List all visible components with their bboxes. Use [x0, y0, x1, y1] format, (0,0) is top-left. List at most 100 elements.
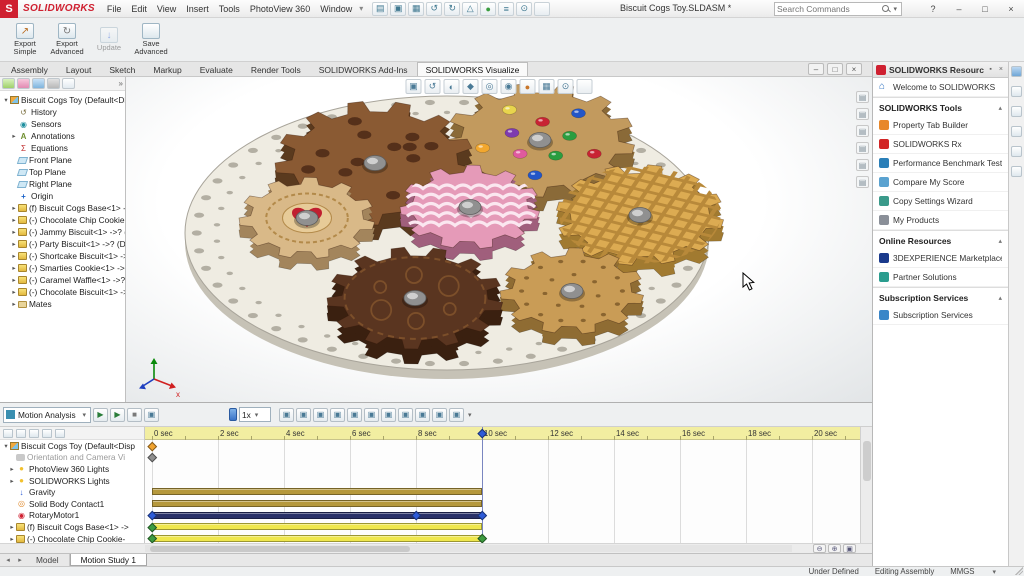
menu-item[interactable]: PhotoView 360	[245, 4, 315, 14]
minimize-button[interactable]: –	[946, 0, 972, 18]
edit-appearance-icon[interactable]	[539, 79, 555, 94]
filter-results-icon[interactable]	[55, 429, 65, 438]
filter-animated-icon[interactable]	[16, 429, 26, 438]
task-pane-link[interactable]: Compare My Score	[873, 173, 1008, 192]
open-file-icon[interactable]	[390, 2, 406, 16]
viewport-3d-model[interactable]: x	[126, 77, 872, 402]
timeline-vertical-scrollbar[interactable]	[860, 427, 872, 543]
feature-tree-item[interactable]: Top Plane	[0, 166, 125, 178]
graphics-area[interactable]: x	[126, 77, 872, 402]
save-animation-icon[interactable]	[296, 408, 311, 422]
feature-tree-item[interactable]: Right Plane	[0, 178, 125, 190]
feature-tree-item[interactable]: ▸ (-) Chocolate Biscuit<1> ->? (Def	[0, 286, 125, 298]
ribbon-button[interactable]: Save Advanced	[131, 20, 171, 60]
doc-minimize-icon[interactable]: –	[808, 63, 824, 75]
motion-tree-item[interactable]: Solid Body Contact1	[0, 498, 144, 510]
task-pane-link[interactable]: SOLIDWORKS Rx	[873, 135, 1008, 154]
menu-item[interactable]: Insert	[181, 4, 214, 14]
scrollbar-thumb[interactable]	[863, 441, 871, 481]
expand-arrow-icon[interactable]: ▸	[8, 465, 16, 473]
task-pane-link[interactable]: Subscription Services	[873, 306, 1008, 325]
section-solidworks-tools[interactable]: SOLIDWORKS Tools ▴	[873, 97, 1008, 116]
doc-restore-icon[interactable]: □	[827, 63, 843, 75]
motion-tree-item[interactable]: ▸ PhotoView 360 Lights	[0, 463, 144, 475]
feature-tree-item[interactable]: History	[0, 106, 125, 118]
task-pane-link[interactable]: Performance Benchmark Test	[873, 154, 1008, 173]
view-palette-icon[interactable]	[1011, 126, 1022, 137]
rebuild-icon[interactable]	[498, 2, 514, 16]
auto-key-icon[interactable]	[330, 408, 345, 422]
feature-tree-item[interactable]: ▸ (-) Smarties Cookie<1> ->? (Defau	[0, 262, 125, 274]
task-pane-home-icon[interactable]	[1011, 66, 1022, 77]
expand-arrow-icon[interactable]: ▸	[10, 132, 18, 140]
feature-tree-item[interactable]: ▸ Mates	[0, 298, 125, 310]
timeline-bar[interactable]	[152, 512, 482, 519]
ribbon-button[interactable]: Export Simple	[5, 20, 45, 60]
timeline-zoom-in-icon[interactable]	[828, 544, 841, 553]
scrollbar-thumb[interactable]	[150, 546, 410, 552]
motion-tree-item[interactable]: ▾ Biscuit Cogs Toy (Default<Disp	[0, 440, 144, 452]
close-button[interactable]: ×	[998, 0, 1024, 18]
feature-tree-item[interactable]: ▸ (-) Jammy Biscuit<1> ->? (Default	[0, 226, 125, 238]
feature-tree-item[interactable]: Front Plane	[0, 154, 125, 166]
toolbar-overflow-icon[interactable]: ▾	[466, 411, 474, 419]
filter-all-icon[interactable]	[3, 429, 13, 438]
calculate-motion-icon[interactable]	[93, 408, 108, 422]
tab-scroll-right-icon[interactable]: ▸	[14, 556, 26, 564]
hide-show-icon[interactable]	[520, 79, 536, 94]
resize-grip[interactable]	[1015, 567, 1023, 575]
pin-icon[interactable]: ▾	[359, 4, 363, 13]
feature-tree-item[interactable]: Origin	[0, 190, 125, 202]
timeline-bar[interactable]	[152, 523, 482, 530]
motion-tree-item[interactable]: Gravity	[0, 486, 144, 498]
playback-mode-icon[interactable]	[279, 408, 294, 422]
menu-item[interactable]: Tools	[214, 4, 245, 14]
search-icon[interactable]	[881, 4, 891, 14]
ribbon-button[interactable]: Update	[89, 20, 129, 60]
timeline-bar[interactable]	[152, 500, 482, 507]
spring-icon[interactable]	[381, 408, 396, 422]
motion-properties-icon[interactable]	[449, 408, 464, 422]
motion-tree-item[interactable]: Orientation and Camera Vi	[0, 452, 144, 464]
expand-arrow-icon[interactable]: ▸	[10, 240, 18, 248]
maximize-button[interactable]: □	[972, 0, 998, 18]
zoom-fit-icon[interactable]	[406, 79, 422, 94]
expand-arrow-icon[interactable]: ▸	[10, 300, 18, 308]
close-icon[interactable]: ×	[997, 66, 1005, 73]
section-online-resources[interactable]: Online Resources ▴	[873, 230, 1008, 249]
expand-arrow-icon[interactable]: ▸	[10, 204, 18, 212]
collapse-arrow-icon[interactable]: ▾	[2, 96, 10, 104]
apply-scene-icon[interactable]	[558, 79, 574, 94]
help-button[interactable]: ?	[920, 0, 946, 18]
display-style-icon[interactable]	[501, 79, 517, 94]
ribbon-button[interactable]: Export Advanced	[47, 20, 87, 60]
time-marker[interactable]	[482, 427, 483, 543]
camera-icon[interactable]	[856, 159, 869, 171]
search-input[interactable]	[777, 4, 881, 14]
visibility-icon[interactable]	[856, 142, 869, 154]
motion-tree-item[interactable]: ▸ (f) Biscuit Cogs Base<1> ->	[0, 521, 144, 533]
stop-icon[interactable]	[144, 408, 159, 422]
playback-speed-select[interactable]: 1x ▾	[239, 407, 271, 422]
view-settings-icon[interactable]	[577, 79, 593, 94]
configurationmanager-tab-icon[interactable]	[32, 78, 45, 89]
command-tab[interactable]: Markup	[144, 62, 190, 76]
custom-properties-icon[interactable]	[1011, 166, 1022, 177]
view-orientation-icon[interactable]	[482, 79, 498, 94]
command-tab[interactable]: SOLIDWORKS Visualize	[417, 62, 529, 76]
section-subscription-services[interactable]: Subscription Services ▴	[873, 287, 1008, 306]
filter-selected-icon[interactable]	[42, 429, 52, 438]
pin-icon[interactable]: ▪	[987, 66, 993, 73]
feature-tree-item[interactable]: ▸ (f) Biscuit Cogs Base<1> ->? (Defa	[0, 202, 125, 214]
expand-arrow-icon[interactable]: ▸	[8, 523, 16, 531]
menu-item[interactable]: Edit	[126, 4, 152, 14]
featuremanager-tab-icon[interactable]	[2, 78, 15, 89]
options-icon[interactable]	[534, 2, 550, 16]
results-plot-icon[interactable]	[432, 408, 447, 422]
key-point[interactable]	[147, 453, 156, 462]
document-tab[interactable]: Motion Study 1	[70, 554, 147, 566]
file-explorer-icon[interactable]	[1011, 106, 1022, 117]
menu-item[interactable]: File	[102, 4, 127, 14]
filter-driving-icon[interactable]	[29, 429, 39, 438]
feature-tree-item[interactable]: ▸ Annotations	[0, 130, 125, 142]
